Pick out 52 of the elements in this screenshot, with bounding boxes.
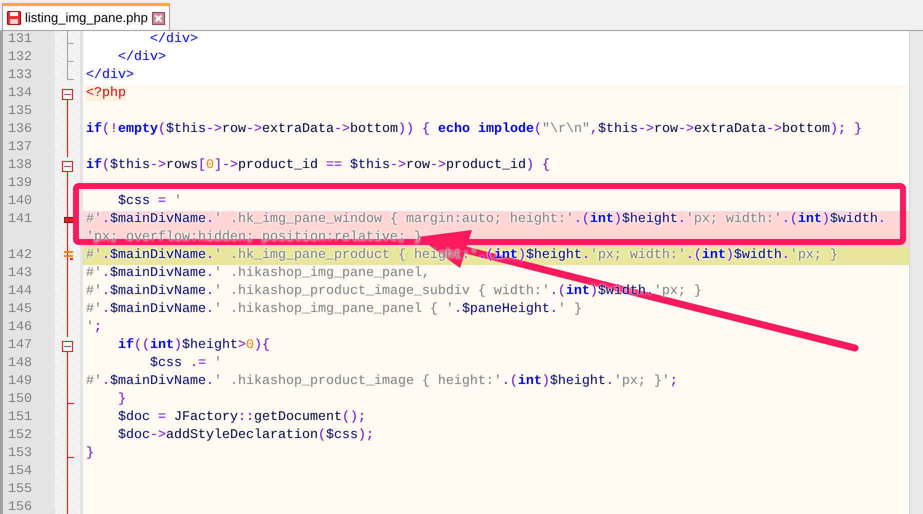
line-number: 142 bbox=[8, 248, 32, 263]
line-number: 133 bbox=[8, 68, 32, 83]
code-text: </div> bbox=[117, 50, 166, 65]
save-icon bbox=[7, 11, 21, 25]
line-number: 149 bbox=[8, 374, 32, 389]
line-number: 143 bbox=[8, 266, 32, 281]
line-number: 140 bbox=[8, 194, 32, 209]
close-icon[interactable] bbox=[152, 12, 165, 24]
code-text: if(!empty($this->row->extraData->bottom)) { echo implode("\r\n",$this->row->extraData->bottom); } bbox=[86, 122, 862, 137]
code-text: } bbox=[117, 392, 126, 407]
code-text: $css = ' bbox=[117, 194, 182, 209]
code-text: if($this->rows[0]->product_id == $this->row->product_id) { bbox=[86, 158, 550, 173]
collapse-icon[interactable] bbox=[62, 89, 73, 100]
file-tab[interactable]: listing_img_pane.php bbox=[2, 3, 170, 30]
line-number: 152 bbox=[8, 428, 32, 443]
line-number: 146 bbox=[8, 320, 32, 335]
line-number: 156 bbox=[8, 500, 32, 514]
line-number: 137 bbox=[8, 140, 32, 155]
code-text: $doc->addStyleDeclaration($css); bbox=[117, 428, 374, 443]
line-number: 145 bbox=[8, 302, 32, 317]
line-number: 148 bbox=[8, 356, 32, 371]
line-number: 147 bbox=[8, 338, 32, 353]
code-text: } bbox=[86, 446, 94, 461]
code-text: if((int)$height>0){ bbox=[117, 338, 270, 353]
code-text: #'.$mainDivName.' .hikashop_product_image { height:'.(int)$height.'px; }'; bbox=[86, 374, 678, 389]
code-text: $css .= ' bbox=[149, 356, 222, 371]
tab-label: listing_img_pane.php bbox=[25, 9, 148, 28]
line-number: 136 bbox=[8, 122, 32, 137]
line-number: 131 bbox=[8, 32, 32, 47]
line-number: 151 bbox=[8, 410, 32, 425]
line-number: 138 bbox=[8, 158, 32, 173]
line-number: 141 bbox=[8, 212, 32, 227]
collapse-icon[interactable] bbox=[62, 161, 73, 172]
code-text: $doc = JFactory::getDocument(); bbox=[117, 410, 366, 425]
scrollbar[interactable] bbox=[909, 31, 923, 514]
line-number: 150 bbox=[8, 392, 32, 407]
line-number: 153 bbox=[8, 446, 32, 461]
code-text: #'.$mainDivName.' .hikashop_img_pane_panel, bbox=[86, 266, 430, 281]
line-number: 132 bbox=[8, 50, 32, 65]
code-text: </div> bbox=[86, 68, 134, 83]
line-number: 139 bbox=[8, 176, 32, 191]
code-text: '; bbox=[86, 320, 102, 335]
code-text: <?php bbox=[86, 86, 126, 101]
collapse-icon[interactable] bbox=[62, 341, 73, 352]
code-text: </div> bbox=[149, 32, 198, 47]
line-number: 144 bbox=[8, 284, 32, 299]
code-text: #'.$mainDivName.' .hikashop_img_pane_panel { '.$paneHeight.' } bbox=[86, 302, 582, 317]
line-number: 155 bbox=[8, 482, 32, 497]
line-number: 135 bbox=[8, 104, 32, 119]
line-number: 154 bbox=[8, 464, 32, 479]
code-text: #'.$mainDivName.' .hk_img_pane_window { margin:auto; height:'.(int)$height.'px; width:'.(int)$width. bbox=[86, 212, 886, 227]
line-number: 134 bbox=[8, 86, 32, 101]
